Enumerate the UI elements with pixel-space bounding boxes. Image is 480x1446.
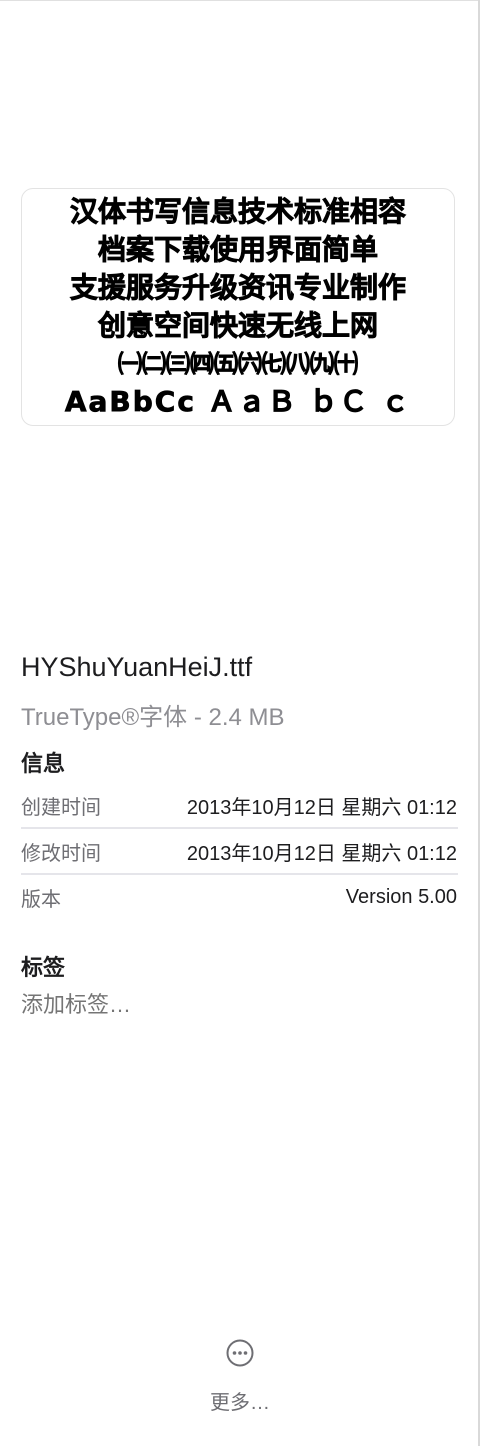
file-kind: TrueType®字体 - 2.4 MB: [21, 704, 285, 731]
ellipsis-circle-icon[interactable]: [225, 1338, 255, 1368]
preview-line: 档案下载使用界面简单: [97, 233, 379, 267]
tags-section-title: 标签: [21, 955, 66, 980]
top-border: [0, 0, 480, 1]
preview-line: 汉体书写信息技术标准相容: [69, 195, 407, 229]
info-row-version: 版本 Version 5.00: [21, 874, 457, 920]
info-label: 创建时间: [21, 796, 101, 819]
more-label[interactable]: 更多…: [210, 1386, 270, 1415]
info-section-title: 信息: [21, 751, 66, 776]
preview-line: AaBbCc ＡａＢ ｂＣ ｃ: [64, 385, 412, 419]
info-row-modified: 修改时间 2013年10月12日 星期六 01:12: [21, 828, 457, 874]
preview-line: 支援服务升级资讯专业制作: [69, 271, 407, 305]
more-button[interactable]: 更多…: [200, 1338, 280, 1415]
preview-line: 创意空间快速无线上网: [97, 309, 379, 343]
info-row-created: 创建时间 2013年10月12日 星期六 01:12: [21, 782, 457, 828]
info-value: 2013年10月12日 星期六 01:12: [186, 796, 457, 819]
add-tag-input[interactable]: [21, 992, 321, 1018]
info-label: 版本: [21, 888, 61, 911]
file-name: HYShuYuanHeiJ.ttf: [21, 652, 253, 682]
font-preview-card: 汉体书写信息技术标准相容 档案下载使用界面简单 支援服务升级资讯专业制作 创意空…: [21, 188, 455, 426]
info-label: 修改时间: [21, 842, 101, 865]
preview-line: ㈠㈡㈢㈣㈤㈥㈦㈧㈨㈩: [118, 350, 359, 379]
info-value: Version 5.00: [345, 885, 457, 908]
info-value: 2013年10月12日 星期六 01:12: [186, 842, 457, 865]
